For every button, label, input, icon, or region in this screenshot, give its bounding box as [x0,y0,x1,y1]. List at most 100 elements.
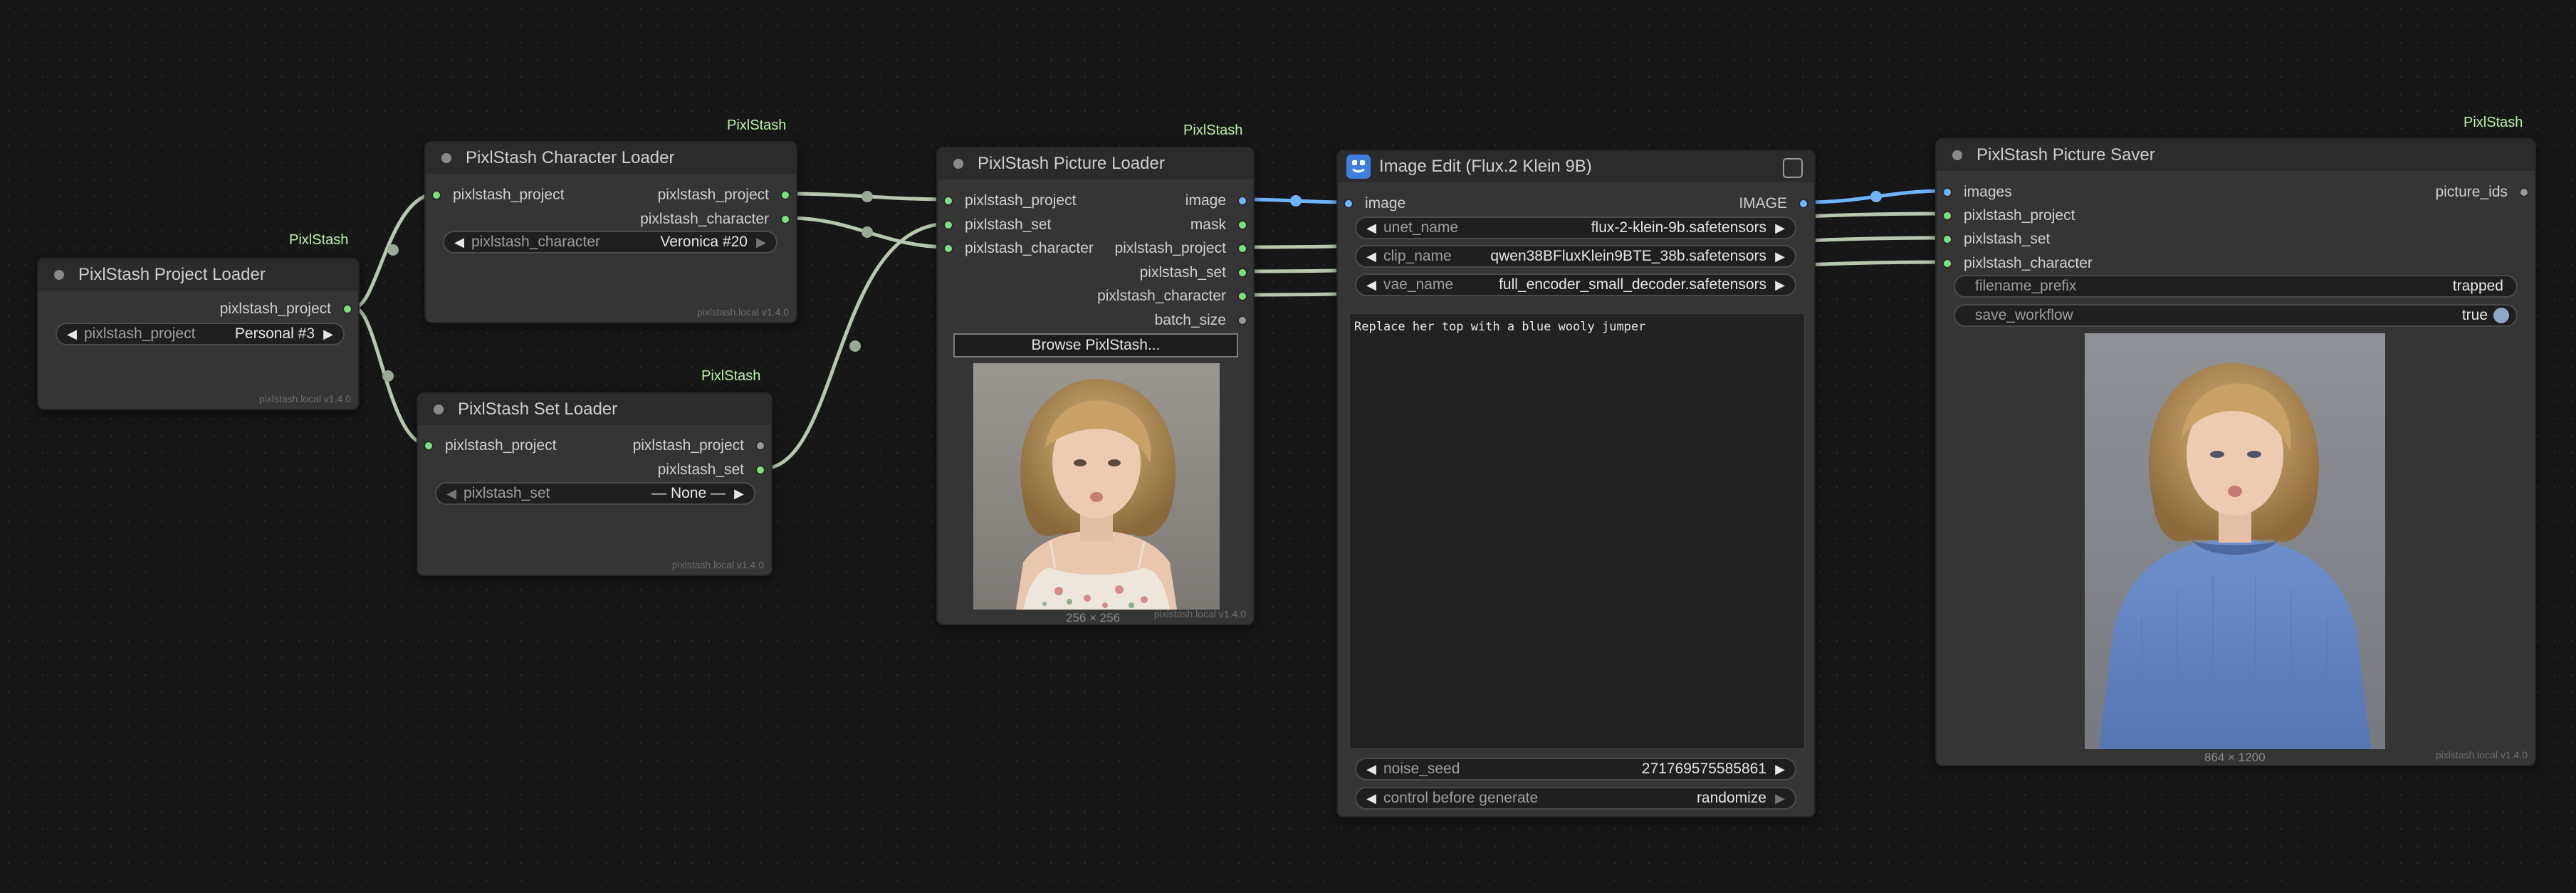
port-dot-icon[interactable] [780,214,790,224]
input-pixlstash-project[interactable]: pixlstash_project [1942,205,2075,226]
port-dot-icon[interactable] [943,220,953,230]
widget-name: vae_name [1383,276,1454,293]
arrow-left-icon[interactable]: ◀ [444,486,459,501]
clip-name-combo[interactable]: ◀ clip_name qwen38BFluxKlein9BTE_38b.saf… [1355,245,1796,268]
port-dot-icon[interactable] [1237,220,1247,230]
port-dot-icon[interactable] [1237,244,1247,254]
widget-name: clip_name [1383,248,1452,264]
port-dot-icon[interactable] [424,441,434,451]
arrow-left-icon[interactable]: ◀ [451,235,467,250]
output-pixlstash-set[interactable]: pixlstash_set [658,459,765,481]
input-pixlstash-project[interactable]: pixlstash_project [431,184,564,206]
arrow-right-icon[interactable]: ▶ [1772,278,1788,293]
node-title-bar[interactable]: PixlStash Picture Saver [1937,140,2535,171]
expand-subgraph-icon[interactable] [1783,158,1803,178]
port-dot-icon[interactable] [1344,199,1354,209]
output-batch-size[interactable]: batch_size [1155,310,1247,331]
collapse-dot-icon[interactable] [441,153,451,163]
port-dot-icon[interactable] [943,244,953,254]
input-images[interactable]: images [1942,182,2012,203]
arrow-left-icon[interactable]: ◀ [1363,791,1379,806]
port-dot-icon[interactable] [943,196,953,206]
arrow-left-icon[interactable]: ◀ [1363,249,1379,264]
pixlstash-character-combo[interactable]: ◀ pixlstash_character Veronica #20 ▶ [443,231,777,254]
browse-pixlstash-button[interactable]: Browse PixlStash... [953,333,1238,357]
port-dot-icon[interactable] [1237,315,1247,325]
arrow-right-icon[interactable]: ▶ [1772,221,1788,236]
node-title-bar[interactable]: Image Edit (Flux.2 Klein 9B) [1338,151,1814,182]
input-pixlstash-project[interactable]: pixlstash_project [943,190,1076,212]
port-dot-icon[interactable] [1942,211,1952,221]
project-loader-node[interactable]: PixlStash Project Loader pixlstash_proje… [37,258,360,410]
port-dot-icon[interactable] [780,190,790,200]
port-dot-icon[interactable] [755,465,765,475]
collapse-dot-icon[interactable] [953,159,963,169]
prompt-textarea[interactable]: Replace her top with a blue wooly jumper [1349,313,1805,749]
output-picture-ids[interactable]: picture_ids [2435,182,2529,203]
output-mask[interactable]: mask [1190,214,1247,236]
noise-seed-widget[interactable]: ◀ noise_seed 271769575585861 ▶ [1355,758,1796,780]
port-label: pixlstash_project [965,192,1077,209]
unet-name-combo[interactable]: ◀ unet_name flux-2-klein-9b.safetensors … [1355,216,1796,239]
output-image[interactable]: image [1185,190,1247,212]
pixlstash-set-combo[interactable]: ◀ pixlstash_set — None — ▶ [435,482,755,505]
port-dot-icon[interactable] [2519,187,2529,197]
arrow-left-icon[interactable]: ◀ [1363,278,1379,293]
arrow-left-icon[interactable]: ◀ [1363,221,1379,236]
port-dot-icon[interactable] [1942,234,1952,244]
output-image[interactable]: IMAGE [1739,193,1808,214]
output-pixlstash-project[interactable]: pixlstash_project [1115,238,1247,259]
set-loader-node[interactable]: PixlStash Set Loader pixlstash_project p… [417,392,773,576]
filename-prefix-field[interactable]: filename_prefix trapped [1954,275,2518,298]
collapse-dot-icon[interactable] [434,404,444,414]
arrow-right-icon[interactable]: ▶ [1772,762,1788,777]
arrow-left-icon[interactable]: ◀ [64,327,80,342]
port-dot-icon[interactable] [755,441,765,451]
port-dot-icon[interactable] [1799,199,1808,209]
arrow-right-icon[interactable]: ▶ [1772,791,1788,806]
input-pixlstash-set[interactable]: pixlstash_set [1942,229,2050,250]
arrow-right-icon[interactable]: ▶ [753,235,769,250]
input-pixlstash-character[interactable]: pixlstash_character [1942,253,2093,274]
output-pixlstash-character[interactable]: pixlstash_character [640,209,790,230]
character-loader-node[interactable]: PixlStash Character Loader pixlstash_pro… [424,141,797,323]
collapse-dot-icon[interactable] [54,270,64,280]
output-pixlstash-project[interactable]: pixlstash_project [220,298,352,320]
vae-name-combo[interactable]: ◀ vae_name full_encoder_small_decoder.sa… [1355,273,1796,296]
node-title-bar[interactable]: PixlStash Character Loader [426,142,796,174]
picture-saver-node[interactable]: PixlStash Picture Saver images pixlstash… [1935,138,2536,766]
arrow-right-icon[interactable]: ▶ [320,327,336,342]
control-before-generate-combo[interactable]: ◀ control before generate randomize ▶ [1355,787,1796,810]
input-pixlstash-set[interactable]: pixlstash_set [943,214,1051,236]
collapse-dot-icon[interactable] [1952,150,1962,160]
arrow-right-icon[interactable]: ▶ [731,486,747,501]
input-image[interactable]: image [1344,193,1405,214]
toggle-knob-icon[interactable] [2493,308,2509,323]
save-workflow-toggle[interactable]: save_workflow true [1954,304,2518,327]
port-dot-icon[interactable] [342,304,352,314]
port-dot-icon[interactable] [1942,187,1952,197]
node-footer: pixlstash.local v1.4.0 [2435,749,2528,761]
port-dot-icon[interactable] [431,190,441,200]
port-label: pixlstash_set [1964,231,2051,247]
input-pixlstash-project[interactable]: pixlstash_project [424,435,556,456]
pixlstash-project-combo[interactable]: ◀ pixlstash_project Personal #3 ▶ [56,323,345,345]
node-title-bar[interactable]: PixlStash Project Loader [38,259,358,291]
port-label: pixlstash_project [1964,207,2075,224]
picture-loader-node[interactable]: PixlStash Picture Loader pixlstash_proje… [936,147,1255,625]
output-pixlstash-project[interactable]: pixlstash_project [633,435,765,456]
arrow-left-icon[interactable]: ◀ [1363,762,1379,777]
port-dot-icon[interactable] [1237,196,1247,206]
node-title-bar[interactable]: PixlStash Picture Loader [938,148,1253,179]
arrow-right-icon[interactable]: ▶ [1772,249,1788,264]
port-label: batch_size [1154,312,1226,328]
port-dot-icon[interactable] [1942,258,1952,268]
output-pixlstash-set[interactable]: pixlstash_set [1140,262,1247,283]
port-dot-icon[interactable] [1237,291,1247,301]
port-dot-icon[interactable] [1237,268,1247,278]
node-title-bar[interactable]: PixlStash Set Loader [418,394,771,425]
output-pixlstash-character[interactable]: pixlstash_character [1097,286,1247,307]
image-edit-node[interactable]: Image Edit (Flux.2 Klein 9B) image IMAGE… [1336,150,1816,818]
output-pixlstash-project[interactable]: pixlstash_project [658,184,790,206]
input-pixlstash-character[interactable]: pixlstash_character [943,238,1094,259]
